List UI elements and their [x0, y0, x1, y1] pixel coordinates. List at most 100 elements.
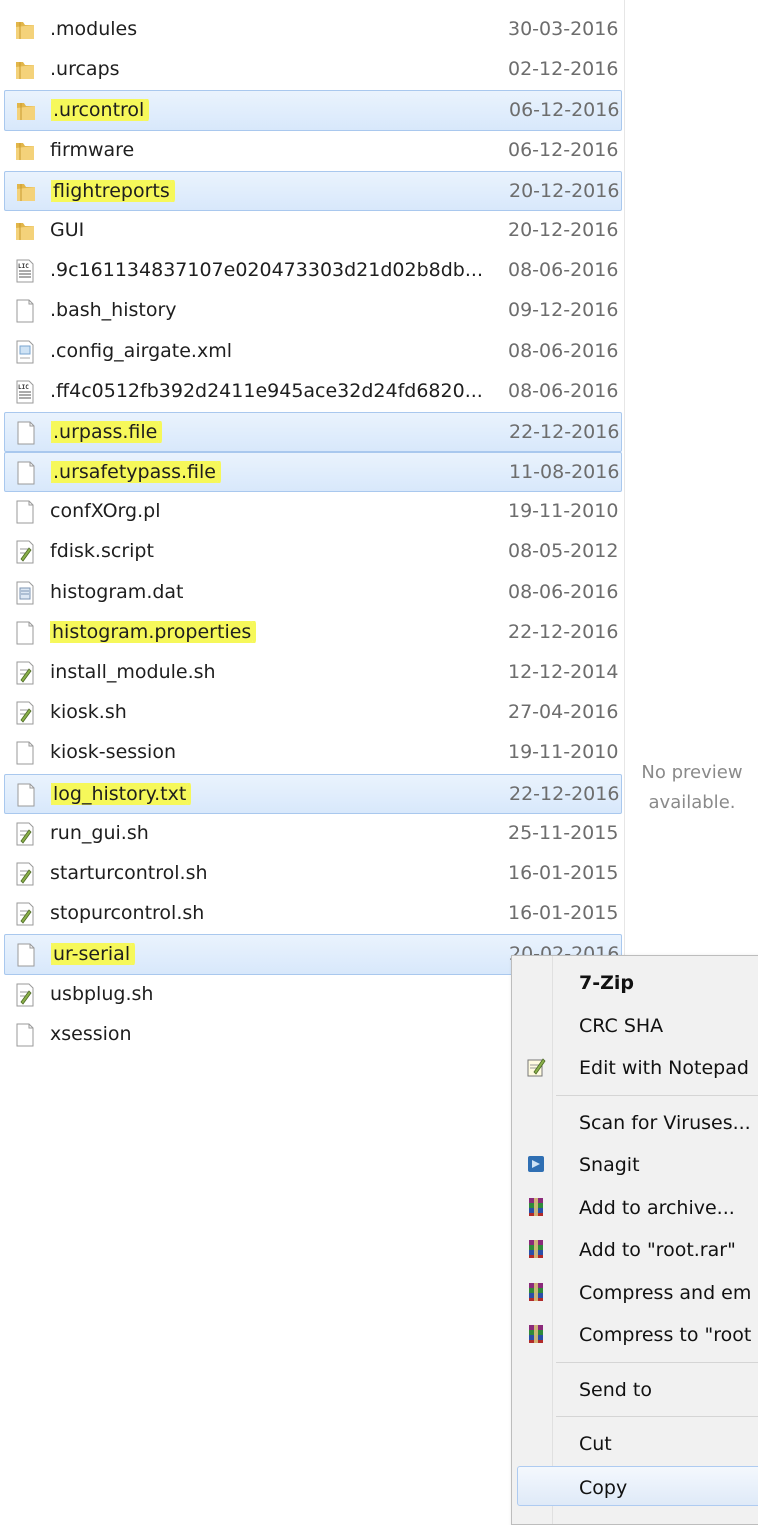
file-name: kiosk-session — [50, 741, 500, 763]
file-name: log_history.txt — [51, 782, 501, 805]
folder-icon — [14, 139, 36, 163]
file-row[interactable]: firmware 06-12-2016 — [0, 131, 624, 171]
file-name-text: .bash_history — [50, 299, 177, 322]
file-name: histogram.dat — [50, 581, 500, 603]
file-name: .9c161134837107e020473303d21d02b8db... — [50, 259, 500, 281]
menu-item-label: CRC SHA — [579, 1014, 664, 1037]
preview-message-line-2: available. — [648, 792, 736, 813]
file-date: 08-06-2016 — [508, 259, 619, 282]
file-row[interactable]: kiosk-session 19-11-2010 — [0, 733, 624, 773]
file-name: .config_airgate.xml — [50, 340, 500, 362]
menu-item-label: Edit with Notepad — [579, 1057, 749, 1079]
file-name-text: xsession — [50, 1022, 132, 1045]
file-name-text: .modules — [50, 18, 138, 40]
file-list: .modules 30-03-2016 .urcaps 02-12-2016 .urco… — [0, 10, 624, 1055]
file-row[interactable]: .urcaps 02-12-2016 — [0, 50, 624, 90]
menu-item-compress-to-root[interactable]: Compress to "root — [512, 1314, 758, 1354]
winrar-icon — [526, 1196, 546, 1218]
file-name-text: run_gui.sh — [50, 821, 149, 844]
file-name: fdisk.script — [50, 540, 500, 562]
menu-separator — [556, 1416, 758, 1417]
file-row[interactable]: histogram.dat 08-06-2016 — [0, 573, 624, 613]
file-name-text: .urcaps — [50, 58, 120, 81]
file-name-text: log_history.txt — [51, 782, 189, 805]
file-name: firmware — [50, 139, 500, 161]
menu-item-crc-sha[interactable]: CRC SHA — [512, 1005, 758, 1045]
file-row[interactable]: confXOrg.pl 19-11-2010 — [0, 492, 624, 532]
file-row[interactable]: flightreports 20-12-2016 — [4, 170, 622, 211]
file-row[interactable]: .urcontrol 06-12-2016 — [4, 90, 622, 131]
blank-file-icon — [14, 299, 36, 323]
file-row[interactable]: GUI 20-12-2016 — [0, 211, 624, 251]
preview-message-line-1: No preview — [641, 762, 743, 783]
menu-item-add-to-archive[interactable]: Add to archive... — [512, 1187, 758, 1227]
blank-file-icon — [15, 421, 37, 445]
script-file-icon — [14, 862, 36, 886]
data-file-icon — [14, 581, 36, 605]
menu-item-label: 7-Zip — [579, 972, 634, 994]
file-date: 19-11-2010 — [508, 741, 619, 764]
menu-item-7-zip[interactable]: 7-Zip — [512, 962, 758, 1002]
menu-item-send-to[interactable]: Send to — [512, 1369, 758, 1409]
menu-item-label: Compress and em — [579, 1281, 752, 1304]
file-name-text: firmware — [50, 138, 135, 161]
menu-item-add-to-root-rar[interactable]: Add to "root.rar" — [512, 1229, 758, 1269]
file-name: .ursafetypass.file — [51, 461, 501, 484]
file-row[interactable]: .urpass.file 22-12-2016 — [4, 411, 622, 453]
file-date: 08-06-2016 — [508, 379, 619, 402]
file-name-text: .config_airgate.xml — [50, 339, 232, 362]
file-name: usbplug.sh — [50, 983, 500, 1005]
file-name: .urcontrol — [51, 99, 501, 122]
file-date: 02-12-2016 — [508, 58, 619, 81]
folder-icon — [14, 58, 36, 82]
file-row[interactable]: kiosk.sh 27-04-2016 — [0, 693, 624, 733]
file-name-text: flightreports — [51, 179, 172, 202]
file-name-text: .ff4c0512fb392d2411e945ace32d24fd6820... — [50, 379, 483, 402]
menu-item-compress-and-em[interactable]: Compress and em — [512, 1272, 758, 1312]
menu-item-label: Copy — [579, 1476, 628, 1499]
file-date: 25-11-2015 — [508, 821, 619, 844]
blank-file-icon — [14, 741, 36, 765]
menu-item-label: Compress to "root — [579, 1324, 752, 1346]
file-row[interactable]: stopurcontrol.sh 16-01-2015 — [0, 894, 624, 934]
file-name-text: kiosk-session — [50, 741, 176, 764]
menu-item-label: Snagit — [579, 1154, 640, 1176]
menu-item-copy[interactable]: Copy — [517, 1465, 758, 1506]
folder-icon — [14, 219, 36, 243]
menu-item-label: Cut — [579, 1433, 612, 1455]
menu-item-scan-for-viruses[interactable]: Scan for Viruses... — [512, 1102, 758, 1142]
file-name: run_gui.sh — [50, 822, 500, 844]
file-name-text: install_module.sh — [50, 661, 216, 683]
file-row[interactable]: .config_airgate.xml 08-06-2016 — [0, 332, 624, 372]
menu-item-edit-with-notepad[interactable]: Edit with Notepad — [512, 1047, 758, 1087]
menu-item-label: Add to archive... — [579, 1196, 735, 1219]
file-row[interactable]: log_history.txt 22-12-2016 — [4, 773, 622, 814]
file-row[interactable]: .ursafetypass.file 11-08-2016 — [4, 452, 622, 493]
menu-item-snagit[interactable]: Snagit — [512, 1144, 758, 1184]
file-date: 08-05-2012 — [508, 540, 619, 563]
file-row[interactable]: LIC .9c161134837107e020473303d21d02b8db..… — [0, 251, 624, 291]
file-name: .urpass.file — [51, 420, 501, 443]
script-file-icon — [14, 540, 36, 564]
script-file-icon — [14, 661, 36, 685]
file-row[interactable]: histogram.properties 22-12-2016 — [0, 613, 624, 653]
license-file-icon: LIC — [14, 380, 36, 404]
file-row[interactable]: starturcontrol.sh 16-01-2015 — [0, 854, 624, 894]
file-row[interactable]: run_gui.sh 25-11-2015 — [0, 814, 624, 854]
file-name: .urcaps — [50, 58, 500, 80]
menu-item-cut[interactable]: Cut — [512, 1423, 758, 1463]
file-row[interactable]: install_module.sh 12-12-2014 — [0, 653, 624, 693]
file-row[interactable]: fdisk.script 08-05-2012 — [0, 532, 624, 572]
menu-item-label: Scan for Viruses... — [579, 1111, 751, 1134]
folder-icon — [14, 18, 36, 42]
menu-item-label: Add to "root.rar" — [579, 1239, 736, 1261]
svg-text:LIC: LIC — [18, 384, 29, 391]
file-name: .bash_history — [50, 299, 500, 321]
folder-icon — [15, 99, 37, 123]
file-row[interactable]: .bash_history 09-12-2016 — [0, 291, 624, 331]
file-row[interactable]: .modules 30-03-2016 — [0, 10, 624, 50]
svg-text:LIC: LIC — [18, 263, 29, 270]
file-name-text: ur-serial — [51, 943, 133, 966]
file-row[interactable]: LIC .ff4c0512fb392d2411e945ace32d24fd6820… — [0, 372, 624, 412]
winrar-icon — [526, 1323, 546, 1345]
